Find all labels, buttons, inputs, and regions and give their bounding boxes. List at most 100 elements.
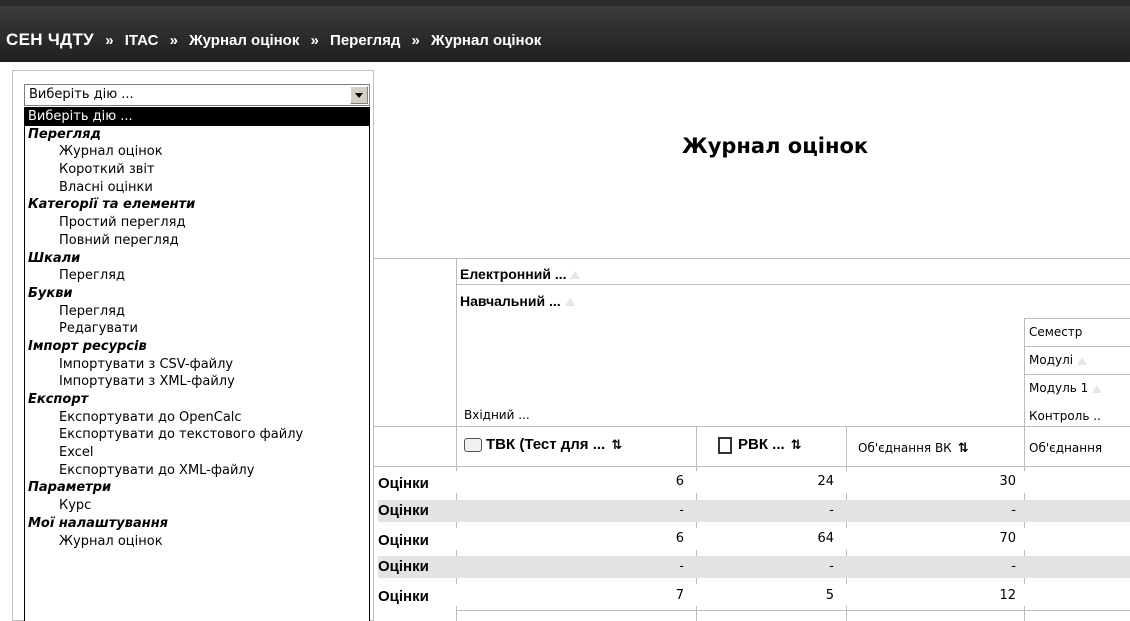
- category-header-control: Контроль ..: [1029, 409, 1101, 423]
- category-modules-label: Модулі: [1029, 353, 1074, 367]
- table-divider: [456, 284, 1130, 285]
- dropdown-option[interactable]: Курс: [25, 497, 369, 515]
- table-divider: [1024, 346, 1130, 347]
- assignment-icon: [718, 436, 732, 454]
- grade-cell[interactable]: 24: [700, 471, 834, 493]
- breadcrumb-item-current: Журнал оцінок: [431, 32, 542, 49]
- category-header-educational[interactable]: Навчальний ...: [460, 293, 575, 309]
- grade-cell[interactable]: 64: [700, 528, 834, 550]
- table-divider: [1024, 374, 1130, 375]
- grade-cell[interactable]: 30: [850, 471, 1016, 493]
- breadcrumb-separator: »: [169, 32, 178, 49]
- top-navbar: СЕН ЧДТУ » ІТАС » Журнал оцінок » Перегл…: [0, 0, 1130, 62]
- category-educational-label: Навчальний ...: [460, 293, 561, 309]
- dropdown-group-label: Параметри: [28, 480, 112, 496]
- category-module1-label: Модуль 1: [1029, 381, 1089, 395]
- category-header-semester: Семестр: [1029, 325, 1082, 339]
- column-header-combined-vk[interactable]: Об'єднання ВК ⇅: [858, 441, 969, 456]
- category-header-modules[interactable]: Модулі: [1029, 353, 1088, 367]
- action-select[interactable]: Виберіть дію ...: [24, 84, 370, 106]
- breadcrumb-separator: »: [310, 32, 319, 49]
- row-label: Оцінки: [378, 532, 429, 549]
- grade-cell[interactable]: 12: [850, 585, 1016, 607]
- collapse-arrow-icon[interactable]: [564, 298, 575, 307]
- table-divider: [374, 258, 1130, 259]
- dropdown-option[interactable]: Редагувати: [25, 320, 369, 338]
- grade-cell[interactable]: -: [850, 556, 1016, 578]
- table-divider: [374, 466, 1130, 467]
- dropdown-option[interactable]: Виберіть дію ...: [25, 108, 369, 126]
- column-header-tvk[interactable]: ТВК (Тест для ... ⇅: [464, 436, 622, 453]
- dropdown-option[interactable]: Експортувати до текстового файлу: [25, 426, 369, 444]
- dropdown-group-label: Категорії та елементи: [28, 197, 196, 213]
- column-combined-label: Об'єднання: [1029, 441, 1103, 455]
- dropdown-arrow-icon[interactable]: [350, 86, 368, 104]
- dropdown-group-label: Мої налаштування: [28, 515, 169, 531]
- sort-icon[interactable]: ⇅: [791, 438, 802, 453]
- dropdown-option[interactable]: Журнал оцінок: [25, 533, 369, 551]
- grade-cell[interactable]: 70: [850, 528, 1016, 550]
- dropdown-option[interactable]: Імпортувати з CSV-файлу: [25, 356, 369, 374]
- row-label: Оцінки: [378, 500, 456, 522]
- category-header-electronic[interactable]: Електронний ...: [460, 266, 581, 282]
- table-divider: [374, 426, 1130, 427]
- grade-cell[interactable]: -: [700, 556, 834, 578]
- page-title: Журнал оцінок: [682, 134, 869, 158]
- category-semester-label: Семестр: [1029, 325, 1083, 339]
- breadcrumb-separator: »: [411, 32, 420, 49]
- action-select-value: Виберіть дію ...: [29, 87, 134, 102]
- column-header-rvk[interactable]: РВК ... ⇅: [718, 436, 802, 454]
- dropdown-option[interactable]: Короткий звіт: [25, 161, 369, 179]
- sort-icon[interactable]: ⇅: [958, 441, 969, 456]
- dropdown-group-label: Перегляд: [28, 126, 101, 142]
- dropdown-option[interactable]: Імпортувати з XML-файлу: [25, 373, 369, 391]
- breadcrumb: СЕН ЧДТУ » ІТАС » Журнал оцінок » Перегл…: [6, 30, 548, 50]
- dropdown-group-label: Імпорт ресурсів: [28, 338, 147, 354]
- grade-cell[interactable]: -: [460, 500, 684, 522]
- dropdown-option[interactable]: Повний перегляд: [25, 232, 369, 250]
- grade-cell[interactable]: 7: [460, 585, 684, 607]
- dropdown-group-label: Букви: [28, 285, 73, 301]
- category-electronic-label: Електронний ...: [460, 266, 567, 282]
- grade-cell[interactable]: 5: [700, 585, 834, 607]
- dropdown-option[interactable]: Експортувати до XML-файлу: [25, 462, 369, 480]
- breadcrumb-home-link[interactable]: СЕН ЧДТУ: [6, 30, 94, 49]
- breadcrumb-item-view[interactable]: Перегляд: [330, 32, 400, 49]
- category-header-incoming: Вхідний ...: [464, 408, 530, 422]
- collapse-arrow-icon[interactable]: [570, 271, 581, 280]
- action-dropdown-list[interactable]: Виберіть дію ... Перегляд Журнал оцінок …: [24, 107, 370, 621]
- dropdown-option[interactable]: Excel: [25, 444, 369, 462]
- grade-cell[interactable]: -: [700, 500, 834, 522]
- category-control-label: Контроль ..: [1029, 409, 1101, 423]
- row-label: Оцінки: [378, 556, 456, 578]
- table-divider: [1024, 318, 1130, 319]
- grade-cell[interactable]: -: [850, 500, 1016, 522]
- quiz-icon: [464, 438, 482, 453]
- dropdown-option[interactable]: Перегляд: [25, 303, 369, 321]
- grade-cell[interactable]: 6: [460, 528, 684, 550]
- grade-cell[interactable]: -: [460, 556, 684, 578]
- breadcrumb-item-itas[interactable]: ІТАС: [125, 32, 159, 49]
- collapse-arrow-icon[interactable]: [1092, 384, 1103, 393]
- column-header-combined[interactable]: Об'єднання: [1029, 441, 1102, 455]
- sort-icon[interactable]: ⇅: [611, 438, 622, 453]
- category-header-module1[interactable]: Модуль 1: [1029, 381, 1103, 395]
- dropdown-group-label: Експорт: [28, 392, 89, 407]
- column-rvk-label: РВК ...: [738, 436, 785, 453]
- breadcrumb-item-gradebook[interactable]: Журнал оцінок: [189, 32, 299, 49]
- dropdown-option[interactable]: Журнал оцінок: [25, 143, 369, 161]
- row-label: Оцінки: [378, 588, 429, 605]
- dropdown-option[interactable]: Власні оцінки: [25, 179, 369, 197]
- dropdown-option[interactable]: Експортувати до OpenCalc: [25, 409, 369, 427]
- breadcrumb-separator: »: [105, 32, 114, 49]
- category-incoming-label: Вхідний ...: [464, 408, 530, 422]
- dropdown-group-label: Шкали: [28, 250, 81, 266]
- row-label: Оцінки: [378, 475, 429, 492]
- column-combined-vk-label: Об'єднання ВК: [858, 441, 952, 455]
- dropdown-option[interactable]: Перегляд: [25, 267, 369, 285]
- grade-cell[interactable]: 6: [460, 471, 684, 493]
- collapse-arrow-icon[interactable]: [1077, 356, 1088, 365]
- dropdown-option[interactable]: Простий перегляд: [25, 214, 369, 232]
- table-divider: [456, 610, 1130, 611]
- column-tvk-label: ТВК (Тест для ...: [486, 436, 606, 453]
